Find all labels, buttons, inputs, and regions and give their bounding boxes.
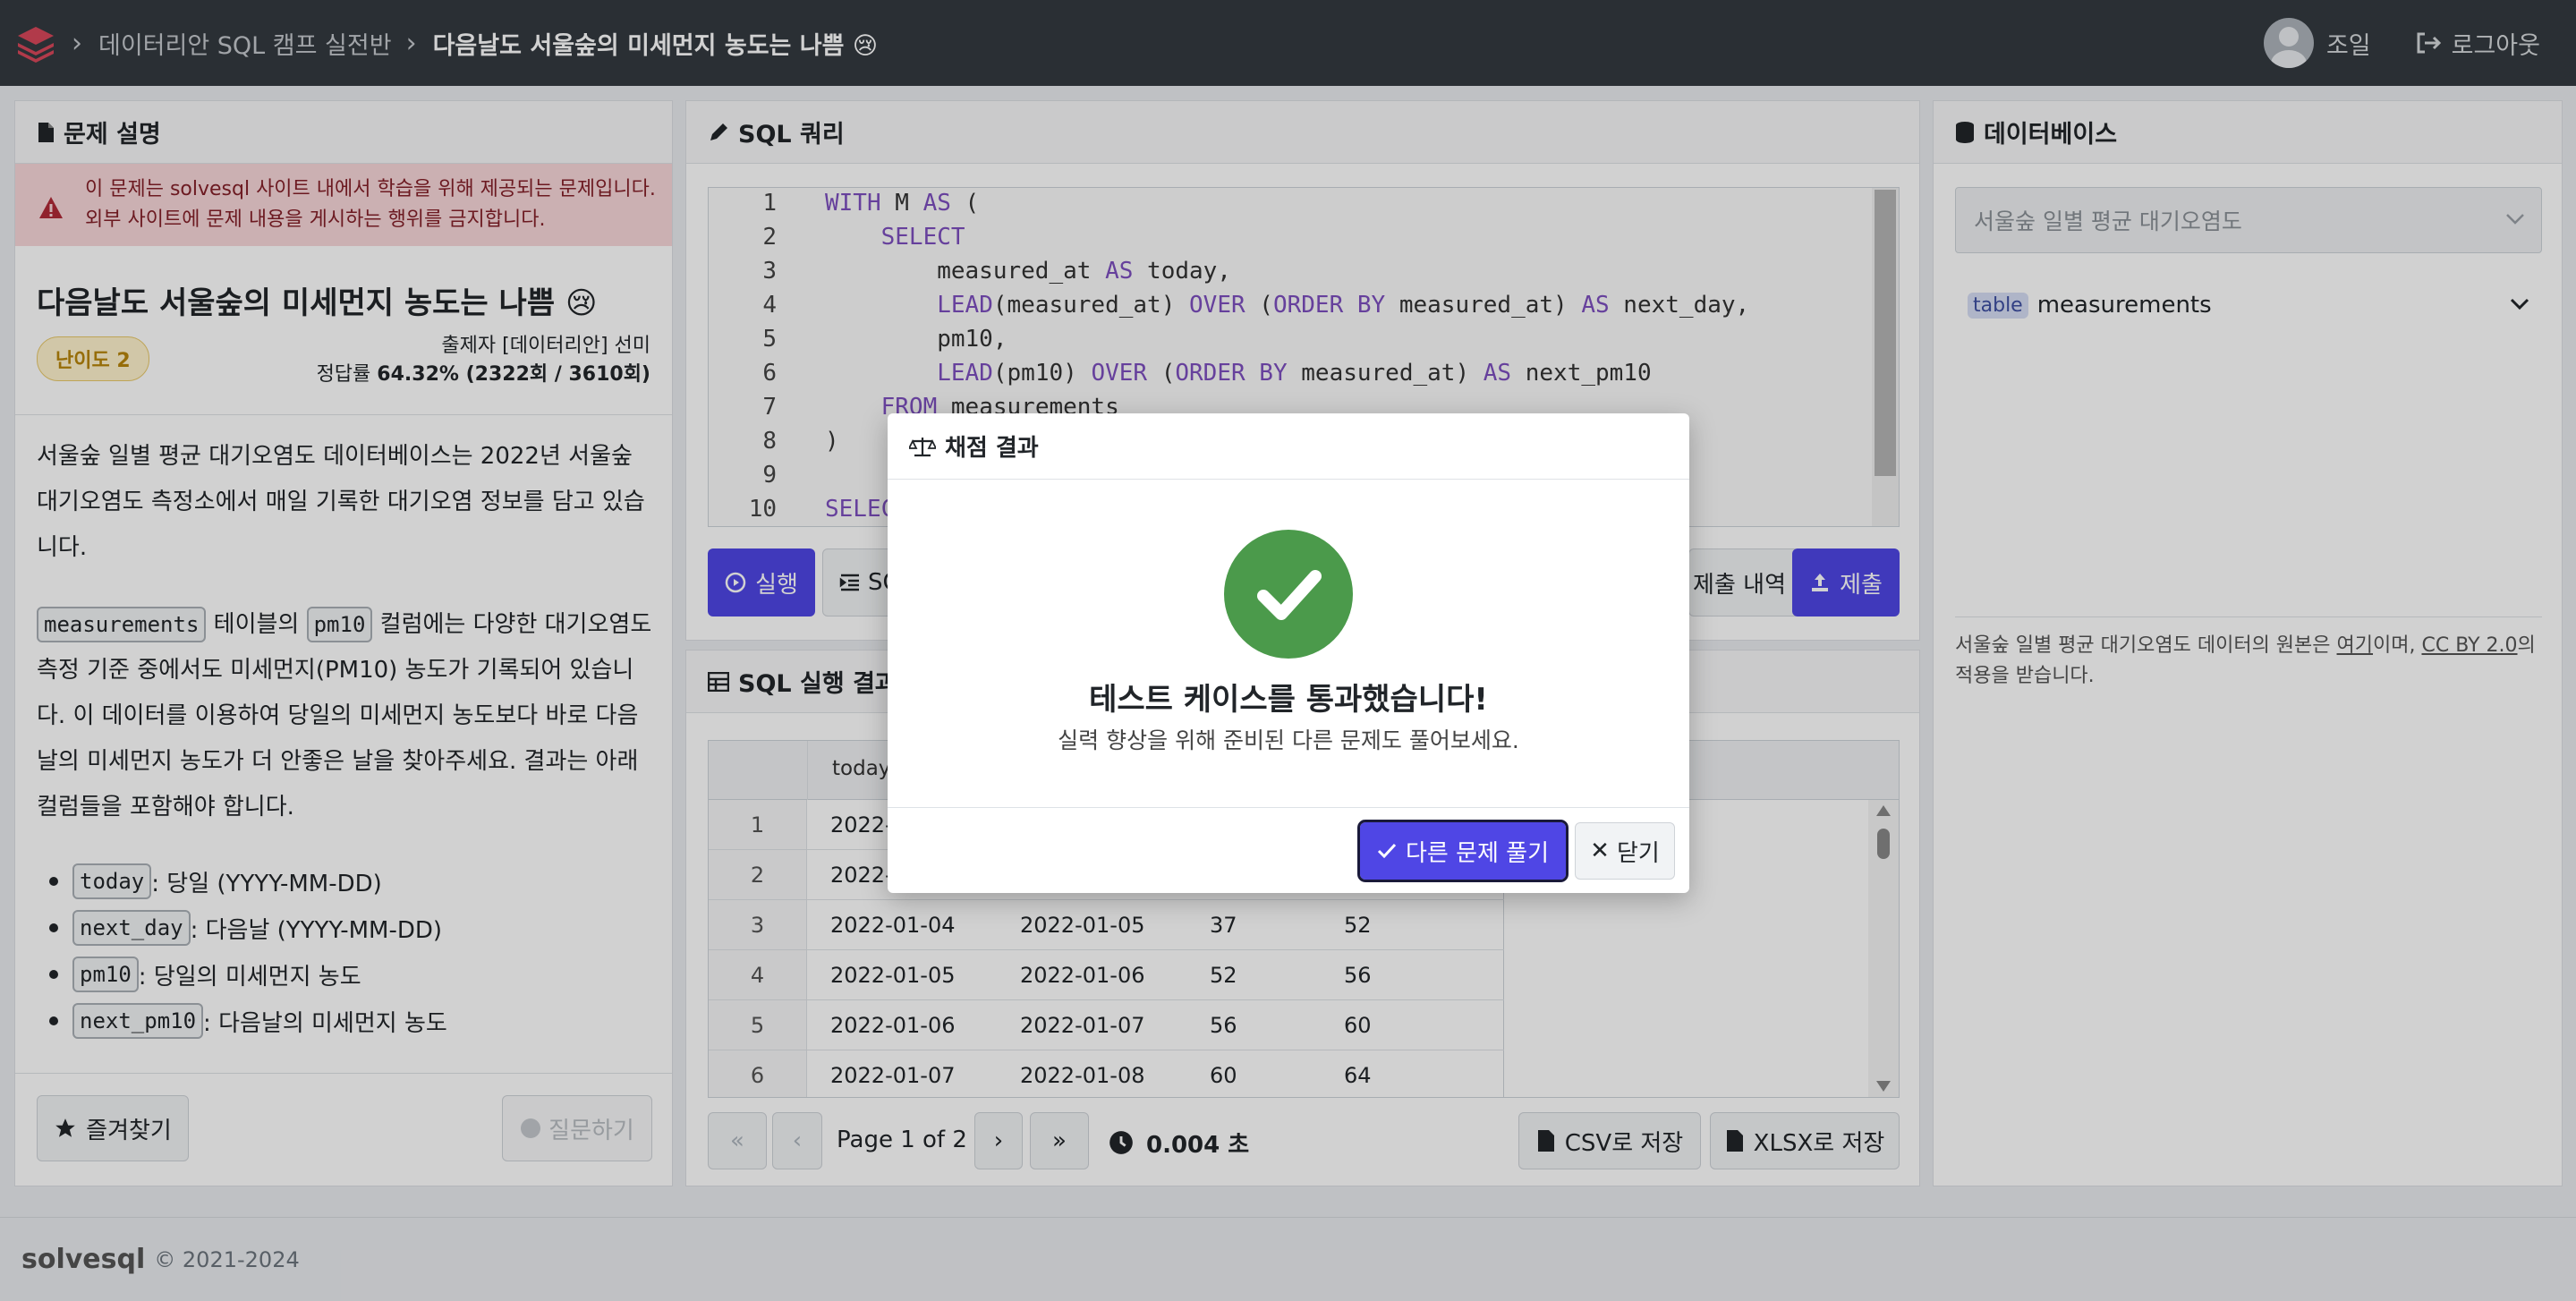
next-problem-label: 다른 문제 풀기 (1405, 839, 1550, 867)
close-icon: ✕ (1590, 838, 1610, 864)
grading-result-modal: 채점 결과 테스트 케이스를 통과했습니다! 실력 향상을 위해 준비된 다른 … (888, 413, 1689, 893)
modal-header: 채점 결과 (888, 413, 1689, 480)
close-label: 닫기 (1616, 839, 1660, 867)
check-circle-icon (1224, 530, 1353, 659)
modal-footer: 다른 문제 풀기 ✕ 닫기 (888, 807, 1689, 893)
success-sub-message: 실력 향상을 위해 준비된 다른 문제도 풀어보세요. (1058, 727, 1519, 753)
next-problem-button[interactable]: 다른 문제 풀기 (1357, 820, 1569, 882)
scale-balance-icon (909, 437, 936, 456)
close-button[interactable]: ✕ 닫기 (1575, 822, 1675, 880)
check-icon (1377, 843, 1397, 859)
modal-title: 채점 결과 (945, 435, 1039, 462)
success-message: 테스트 케이스를 통과했습니다! (1089, 682, 1488, 718)
